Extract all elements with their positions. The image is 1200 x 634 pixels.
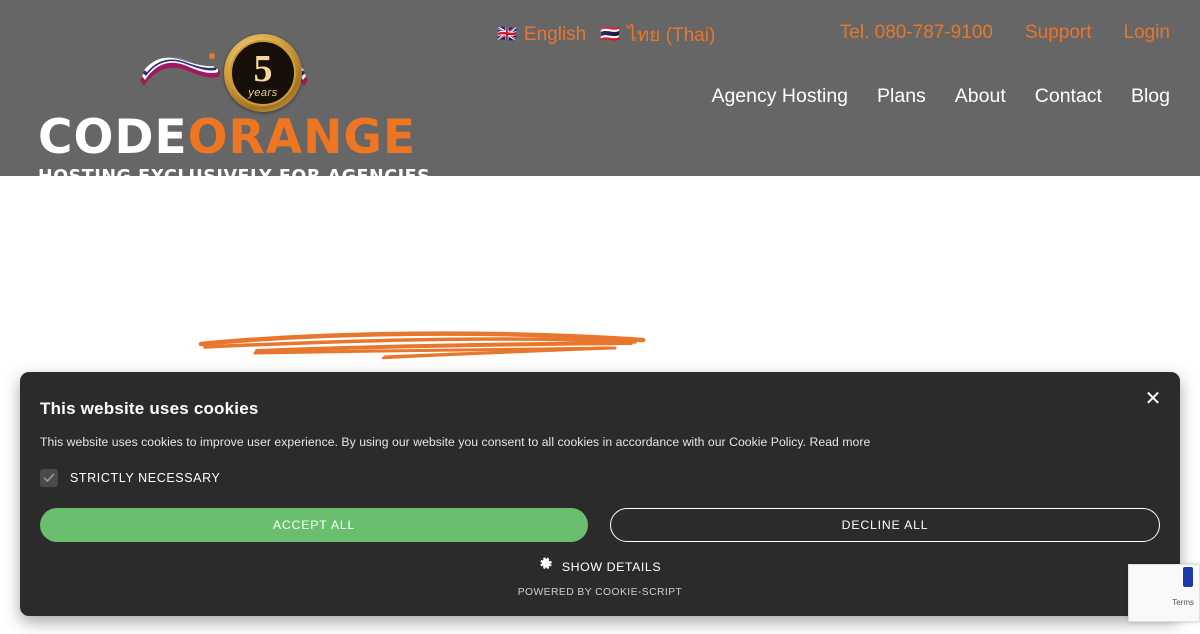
site-header: 5 years CODEORANGE HOSTING EXCLUSIVELY F… — [0, 0, 1200, 187]
gear-icon — [539, 557, 553, 576]
recaptcha-logo-icon — [1183, 567, 1193, 587]
language-option-thai[interactable]: 🇹🇭 ไทย (Thai) — [600, 20, 715, 50]
cookie-category-strictly-necessary[interactable]: STRICTLY NECESSARY — [40, 469, 220, 487]
nav-item-contact[interactable]: Contact — [1035, 85, 1102, 108]
phone-link[interactable]: Tel. 080-787-9100 — [840, 22, 993, 44]
recaptcha-terms-link[interactable]: Terms — [1172, 598, 1194, 607]
login-link[interactable]: Login — [1124, 22, 1171, 44]
show-details-button[interactable]: SHOW DETAILS — [20, 557, 1180, 576]
logo-wordmark-orange: ORANGE — [187, 110, 417, 165]
accept-all-button[interactable]: ACCEPT ALL — [40, 508, 588, 542]
site-logo[interactable]: 5 years CODEORANGE HOSTING EXCLUSIVELY F… — [38, 34, 430, 187]
thai-flag-left-icon — [138, 50, 222, 96]
badge-number: 5 — [253, 48, 273, 90]
main-navigation: Agency Hosting Plans About Contact Blog — [711, 85, 1170, 108]
decline-all-button[interactable]: DECLINE ALL — [610, 508, 1160, 542]
close-icon[interactable]: ✕ — [1140, 386, 1166, 412]
language-option-thai-label: ไทย (Thai) — [627, 25, 716, 46]
language-switcher: 🇬🇧 English 🇹🇭 ไทย (Thai) — [497, 20, 715, 50]
language-option-english-label: English — [523, 24, 587, 45]
cookie-read-more-link[interactable]: Read more — [810, 435, 871, 449]
checkbox-checked-icon[interactable] — [40, 469, 58, 487]
thai-flag-icon: 🇹🇭 — [600, 26, 621, 43]
badge-years-label: years — [248, 87, 278, 99]
cookie-category-label: STRICTLY NECESSARY — [70, 471, 221, 485]
orange-underline-decoration — [195, 324, 650, 364]
anniversary-badge: 5 years — [224, 34, 302, 112]
logo-badge-row: 5 years — [38, 34, 410, 112]
logo-wordmark: CODEORANGE — [38, 114, 415, 161]
cookie-banner-title: This website uses cookies — [40, 399, 259, 418]
recaptcha-badge[interactable]: Terms — [1128, 564, 1200, 622]
cookie-action-buttons: ACCEPT ALL DECLINE ALL — [40, 508, 1160, 542]
nav-item-about[interactable]: About — [955, 85, 1006, 108]
nav-item-plans[interactable]: Plans — [877, 85, 926, 108]
cookie-banner-description: This website uses cookies to improve use… — [40, 435, 870, 449]
logo-wordmark-code: CODE — [38, 110, 188, 165]
nav-item-agency-hosting[interactable]: Agency Hosting — [711, 85, 848, 108]
uk-flag-icon: 🇬🇧 — [497, 26, 517, 43]
language-option-english[interactable]: 🇬🇧 English — [497, 24, 586, 46]
cookie-consent-banner: ✕ This website uses cookies This website… — [20, 372, 1180, 616]
utility-nav: Tel. 080-787-9100 Support Login — [840, 22, 1170, 44]
powered-by-label[interactable]: POWERED BY COOKIE-SCRIPT — [20, 587, 1180, 598]
cookie-description-text: This website uses cookies to improve use… — [40, 435, 807, 449]
support-link[interactable]: Support — [1025, 22, 1092, 44]
nav-item-blog[interactable]: Blog — [1131, 85, 1170, 108]
show-details-label: SHOW DETAILS — [561, 559, 662, 574]
